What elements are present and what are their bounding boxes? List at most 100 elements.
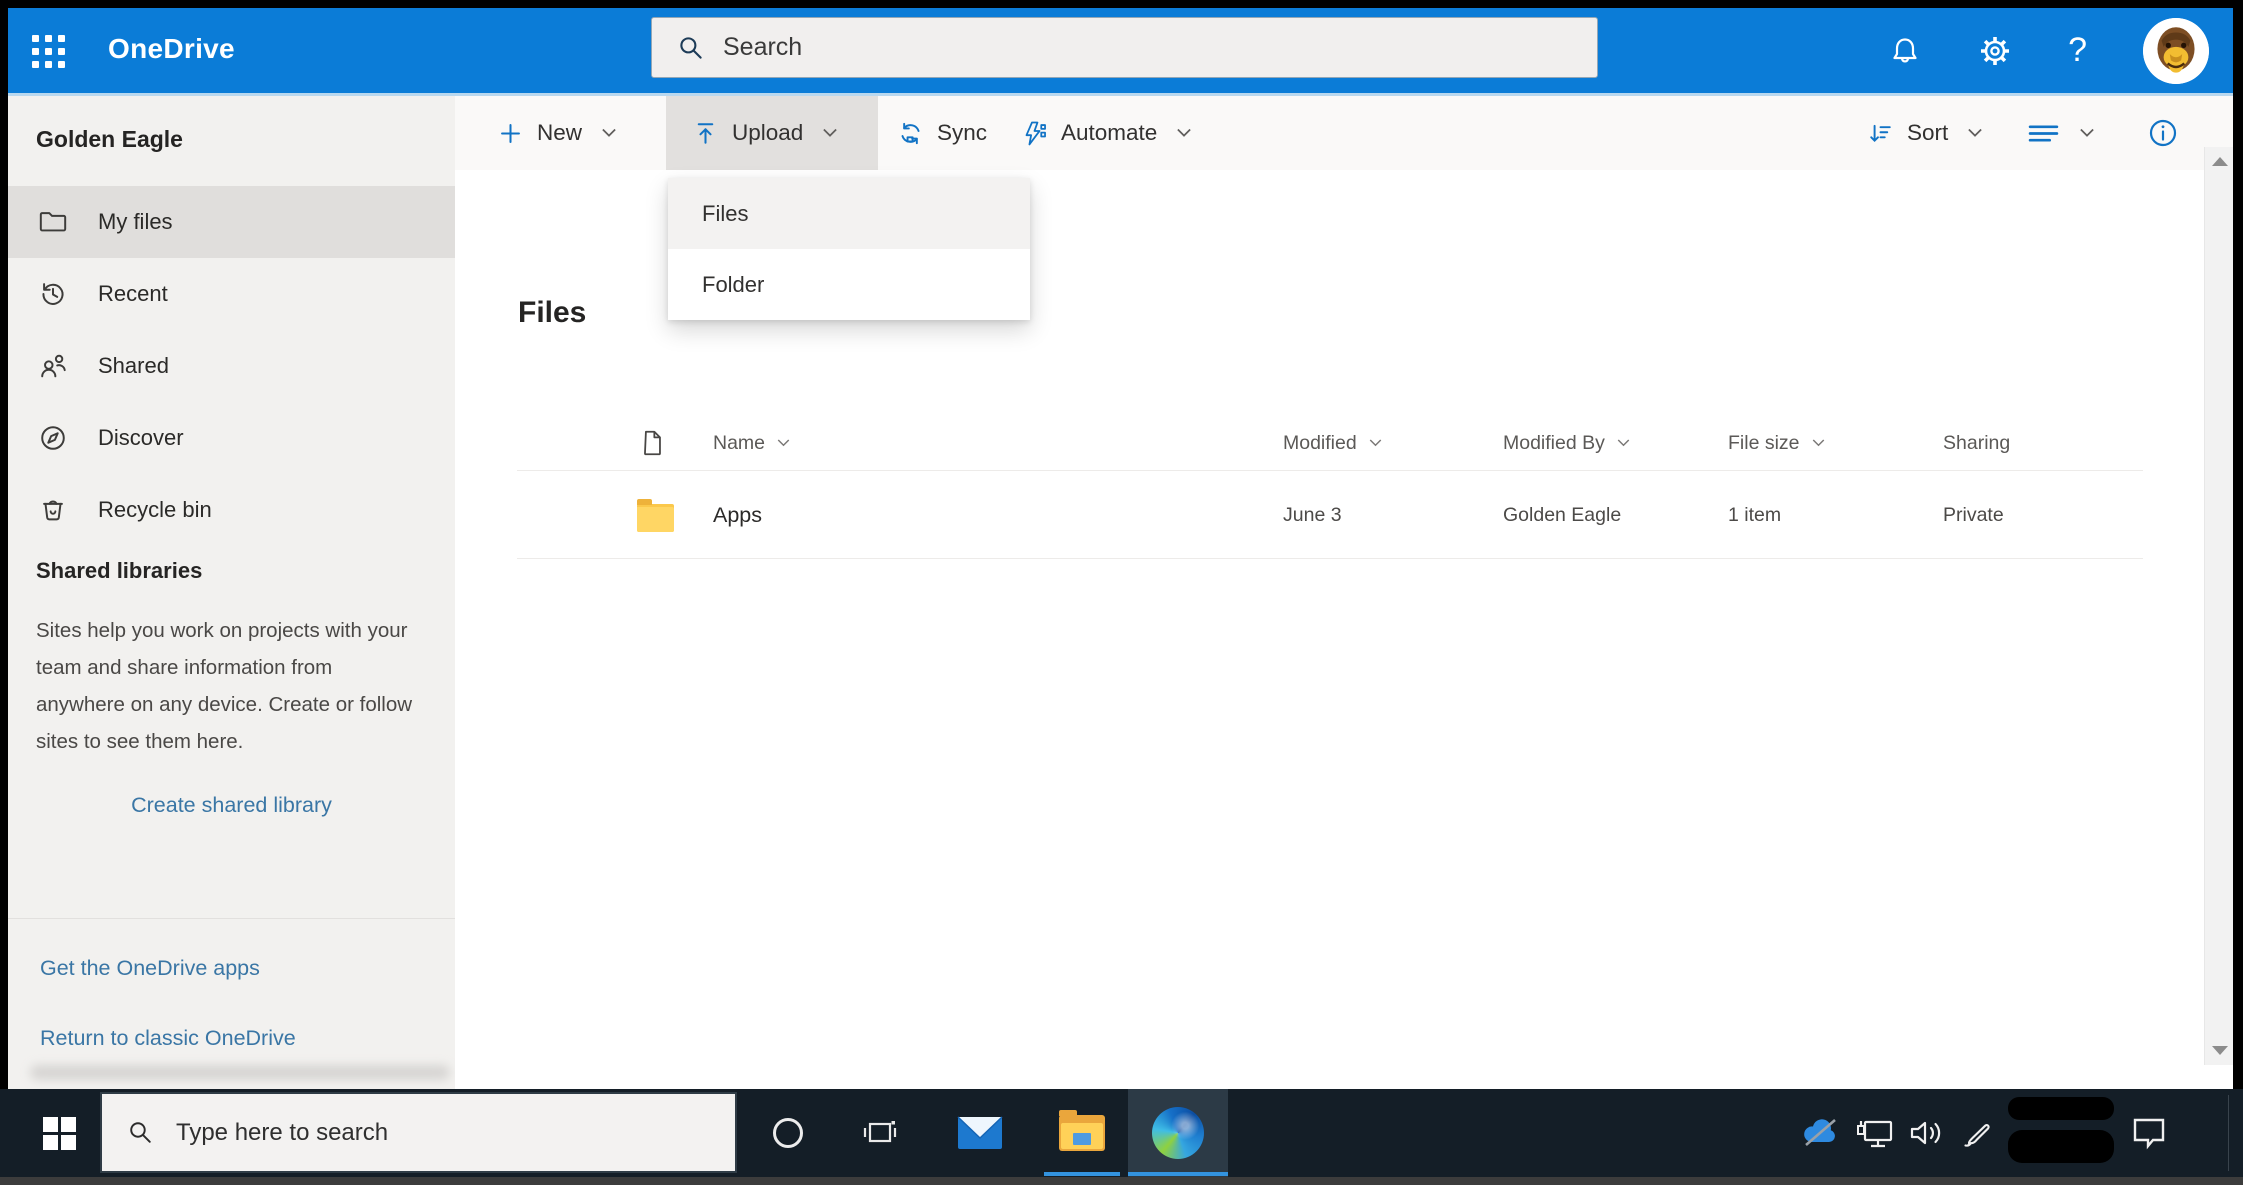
automate-flow-icon: [1025, 121, 1046, 145]
sidebar: Golden Eagle My files Recent Shared Disc…: [8, 96, 455, 1089]
mail-button[interactable]: [948, 1089, 1012, 1177]
search-icon: [130, 1122, 151, 1143]
upload-icon: [697, 122, 714, 144]
compass-icon: [41, 426, 65, 450]
command-toolbar: New Upload Sync Automate Sort: [455, 96, 2233, 170]
scroll-up-arrow[interactable]: [2212, 157, 2228, 166]
settings-gear-icon[interactable]: [1978, 34, 2012, 68]
cortana-icon: [773, 1118, 803, 1148]
edge-open-indicator: [1128, 1172, 1228, 1176]
volume-tray-icon[interactable]: [1908, 1089, 1946, 1177]
pen-tray-icon[interactable]: [1962, 1089, 1996, 1177]
column-header-modified[interactable]: Modified: [1283, 423, 1384, 463]
upload-button[interactable]: Upload: [666, 96, 878, 170]
search-input[interactable]: [723, 33, 1523, 62]
taskbar-search-input[interactable]: [176, 1118, 696, 1147]
folder-icon: [39, 212, 67, 232]
windows-taskbar: [0, 1089, 2243, 1177]
shared-libraries-description: Sites help you work on projects with you…: [36, 619, 413, 753]
row-modified-by: Golden Eagle: [1503, 503, 1622, 526]
sidebar-item-my-files[interactable]: My files: [8, 186, 455, 258]
taskbar-search[interactable]: [100, 1092, 737, 1173]
create-shared-library-link[interactable]: Create shared library: [8, 793, 455, 818]
row-file-size: 1 item: [1728, 503, 1782, 526]
sidebar-item-recent[interactable]: Recent: [8, 258, 455, 330]
sidebar-item-shared[interactable]: Shared: [8, 330, 455, 402]
row-modified: June 3: [1283, 503, 1342, 526]
chevron-down-icon: [777, 439, 790, 447]
upload-menu-item-files[interactable]: Files: [668, 178, 1030, 249]
sync-button[interactable]: Sync: [897, 96, 987, 170]
sidebar-item-label: Shared: [98, 353, 169, 378]
task-view-icon: [863, 1121, 897, 1143]
sort-button-label: Sort: [1907, 120, 1949, 145]
upload-button-label: Upload: [732, 120, 804, 145]
get-onedrive-apps-link[interactable]: Get the OneDrive apps: [40, 956, 260, 981]
sidebar-item-recycle-bin[interactable]: Recycle bin: [8, 474, 455, 546]
table-divider: [517, 558, 2143, 559]
column-header-name[interactable]: Name: [713, 423, 792, 463]
onedrive-cloud-tray-icon[interactable]: [1798, 1089, 1842, 1177]
sidebar-item-label: Recent: [98, 281, 168, 306]
network-tray-icon[interactable]: [1856, 1089, 1896, 1177]
account-avatar[interactable]: [2143, 17, 2209, 84]
header-search[interactable]: [651, 17, 1598, 78]
windows-logo-icon: [42, 1116, 76, 1150]
main-content: New Upload Sync Automate Sort Files Fold…: [455, 96, 2233, 1089]
notifications-bell-icon[interactable]: [1888, 34, 1922, 68]
file-explorer-open-indicator: [1044, 1172, 1120, 1176]
redacted-date-area: [2008, 1130, 2114, 1163]
start-button[interactable]: [14, 1089, 104, 1177]
screen-bottom-border: [0, 1177, 2243, 1185]
show-desktop-divider[interactable]: [2228, 1095, 2229, 1171]
scroll-down-arrow[interactable]: [2212, 1046, 2228, 1055]
sort-button[interactable]: Sort: [1867, 96, 1985, 170]
sidebar-item-label: Discover: [98, 425, 184, 450]
automate-button[interactable]: Automate: [1021, 96, 1194, 170]
folder-icon: [637, 498, 674, 532]
upload-menu-item-folder[interactable]: Folder: [668, 249, 1030, 320]
file-explorer-icon: [1059, 1110, 1105, 1151]
task-view-button[interactable]: [850, 1089, 910, 1177]
people-icon: [41, 354, 66, 378]
sync-button-label: Sync: [937, 120, 988, 145]
sidebar-item-label: My files: [98, 209, 173, 234]
chevron-down-icon: [1968, 128, 1983, 137]
history-icon: [42, 283, 64, 305]
row-sharing: Private: [1943, 503, 2004, 526]
row-folder-icon-cell: [637, 472, 674, 558]
sidebar-nav: My files Recent Shared Discover Recycle …: [8, 186, 455, 546]
view-options-button[interactable]: [2027, 96, 2097, 170]
new-button[interactable]: New: [497, 96, 619, 170]
shared-libraries-title: Shared libraries: [36, 558, 203, 583]
sync-icon: [901, 122, 920, 144]
table-divider: [517, 470, 2143, 471]
edge-button[interactable]: [1128, 1089, 1228, 1177]
app-title[interactable]: OneDrive: [108, 33, 235, 65]
file-list-header: Name Modified Modified By File size Shar…: [455, 423, 2233, 463]
row-name[interactable]: Apps: [713, 472, 762, 558]
return-classic-onedrive-link[interactable]: Return to classic OneDrive: [40, 1026, 296, 1051]
column-header-sharing[interactable]: Sharing: [1943, 423, 2010, 463]
screen: OneDrive Search ? Golden Eagle My files …: [0, 0, 2243, 1185]
app-launcher-icon[interactable]: [32, 35, 68, 71]
select-column-header[interactable]: [637, 423, 667, 463]
info-button[interactable]: [2147, 96, 2179, 170]
file-explorer-button[interactable]: [1044, 1089, 1120, 1177]
sidebar-item-discover[interactable]: Discover: [8, 402, 455, 474]
chevron-down-icon: [1812, 439, 1824, 447]
column-header-modified-by[interactable]: Modified By: [1503, 423, 1632, 463]
blurred-text-artifact: [30, 1065, 450, 1080]
help-icon[interactable]: ?: [2068, 31, 2087, 70]
chevron-down-icon: [1177, 128, 1192, 137]
column-header-file-size[interactable]: File size: [1728, 423, 1827, 463]
list-view-icon: [2028, 124, 2059, 142]
chevron-down-icon: [1617, 439, 1630, 447]
table-row[interactable]: Apps June 3 Golden Eagle 1 item Private: [455, 472, 2233, 558]
cortana-button[interactable]: [760, 1089, 816, 1177]
document-icon: [644, 430, 661, 456]
action-center-button[interactable]: [2130, 1089, 2168, 1177]
automate-button-label: Automate: [1061, 120, 1158, 145]
vertical-scrollbar[interactable]: [2204, 147, 2233, 1065]
new-button-label: New: [537, 120, 583, 145]
